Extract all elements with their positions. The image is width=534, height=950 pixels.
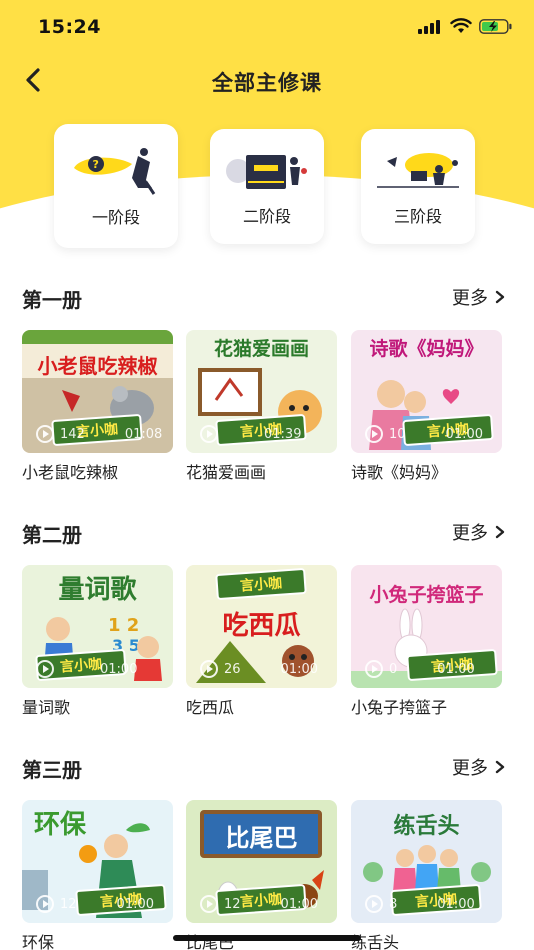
play-stats: 8 01:00 xyxy=(365,895,475,913)
course-thumbnail[interactable]: 比尾巴 言小咖 12 01:00 xyxy=(186,800,337,923)
course-title[interactable]: 小兔子挎篮子 xyxy=(351,694,511,718)
course-title[interactable]: 诗歌《妈妈》 xyxy=(351,459,511,483)
play-icon xyxy=(200,425,218,443)
stage-3-illustration-icon xyxy=(377,153,459,188)
stage-card-3[interactable]: 三阶段 xyxy=(361,129,475,244)
course-thumbnail[interactable]: 小兔子挎篮子 言小咖 0 01:00 xyxy=(351,565,502,688)
stage-card-2[interactable]: 二阶段 xyxy=(210,129,324,244)
course-thumbnail[interactable]: 言小咖 吃西瓜 26 01:00 xyxy=(186,565,337,688)
play-stats: 10 01:00 xyxy=(365,425,483,443)
stage-card-1[interactable]: ? 一阶段 xyxy=(54,124,178,248)
course-thumbnail[interactable]: 诗歌《妈妈》 言小咖 10 01:00 xyxy=(351,330,502,453)
course-thumbnail[interactable]: 练舌头 言小咖 8 01:00 xyxy=(351,800,502,923)
home-indicator[interactable] xyxy=(173,935,361,941)
play-icon xyxy=(365,425,383,443)
play-count: 10 xyxy=(389,426,406,442)
play-stats: 142 01:08 xyxy=(36,425,162,443)
duration: 01:00 xyxy=(280,661,319,677)
play-icon xyxy=(365,660,383,678)
page-title: 全部主修课 xyxy=(212,71,322,95)
duration: 01:00 xyxy=(116,896,155,912)
course-title[interactable]: 量词歌 xyxy=(22,694,182,718)
status-time: 15:24 xyxy=(38,16,101,38)
svg-text:1 2: 1 2 xyxy=(108,615,139,636)
course-title[interactable]: 环保 xyxy=(22,929,182,950)
more-label: 更多 xyxy=(452,758,488,779)
wifi-icon xyxy=(450,18,472,33)
stage-label: 二阶段 xyxy=(242,207,291,226)
cellular-signal-icon xyxy=(418,19,442,34)
play-stats: 12 01:00 xyxy=(200,895,318,913)
play-stats: 12 01:00 xyxy=(36,895,154,913)
play-stats: 01:00 xyxy=(36,660,137,678)
play-count: 8 xyxy=(389,896,398,912)
section-header: 第一册 更多 xyxy=(0,284,534,318)
svg-text:?: ? xyxy=(93,158,99,171)
section-title: 第一册 xyxy=(22,288,82,312)
section-header: 第三册 更多 xyxy=(0,754,534,788)
status-bar: 15:24 xyxy=(0,0,534,54)
play-count: 26 xyxy=(224,661,241,677)
course-thumbnail[interactable]: 环保 言小咖 12 01:00 xyxy=(22,800,173,923)
play-icon xyxy=(36,425,54,443)
duration: 01:00 xyxy=(437,896,475,912)
section-header: 第二册 更多 xyxy=(0,519,534,553)
more-button[interactable]: 更多 xyxy=(452,519,506,545)
more-label: 更多 xyxy=(452,523,488,544)
play-count: 12 xyxy=(60,896,77,912)
more-button[interactable]: 更多 xyxy=(452,754,506,780)
chevron-right-icon xyxy=(495,525,505,539)
course-thumbnail[interactable]: 量词歌 1 2 3 5 言小咖 01:00 xyxy=(22,565,173,688)
play-icon xyxy=(200,895,218,913)
course-title[interactable]: 练舌头 xyxy=(351,929,511,950)
play-count: 0 xyxy=(389,661,398,677)
play-stats: 01:39 xyxy=(200,425,301,443)
course-title[interactable]: 吃西瓜 xyxy=(186,694,346,718)
navigation-bar: 全部主修课 xyxy=(0,54,534,108)
play-stats: 0 01:00 xyxy=(365,660,475,678)
course-title[interactable]: 花猫爱画画 xyxy=(186,459,346,483)
duration: 01:00 xyxy=(280,896,319,912)
play-stats: 26 01:00 xyxy=(200,660,318,678)
chevron-right-icon xyxy=(495,760,505,774)
section-title: 第二册 xyxy=(22,523,82,547)
duration: 01:08 xyxy=(124,426,163,442)
course-title[interactable]: 小老鼠吃辣椒 xyxy=(22,459,182,483)
stage-label: 三阶段 xyxy=(393,207,442,226)
more-button[interactable]: 更多 xyxy=(452,284,506,310)
more-label: 更多 xyxy=(452,288,488,309)
section-title: 第三册 xyxy=(22,758,82,782)
stage-2-illustration-icon xyxy=(226,155,307,189)
duration: 01:00 xyxy=(437,661,475,677)
stage-label: 一阶段 xyxy=(91,208,140,227)
course-thumbnail[interactable]: 花猫爱画画 言小咖 01:39 xyxy=(186,330,337,453)
play-icon xyxy=(365,895,383,913)
duration: 01:39 xyxy=(264,426,302,442)
battery-charging-icon xyxy=(479,19,512,34)
play-icon xyxy=(36,660,54,678)
play-count: 12 xyxy=(224,896,241,912)
play-icon xyxy=(200,660,218,678)
play-count: 142 xyxy=(60,426,85,442)
stage-1-illustration-icon: ? xyxy=(74,148,156,195)
course-thumbnail[interactable]: 小老鼠吃辣椒 言小咖 142 01:08 xyxy=(22,330,173,453)
duration: 01:00 xyxy=(445,426,484,442)
play-icon xyxy=(36,895,54,913)
duration: 01:00 xyxy=(100,661,138,677)
chevron-right-icon xyxy=(495,290,505,304)
